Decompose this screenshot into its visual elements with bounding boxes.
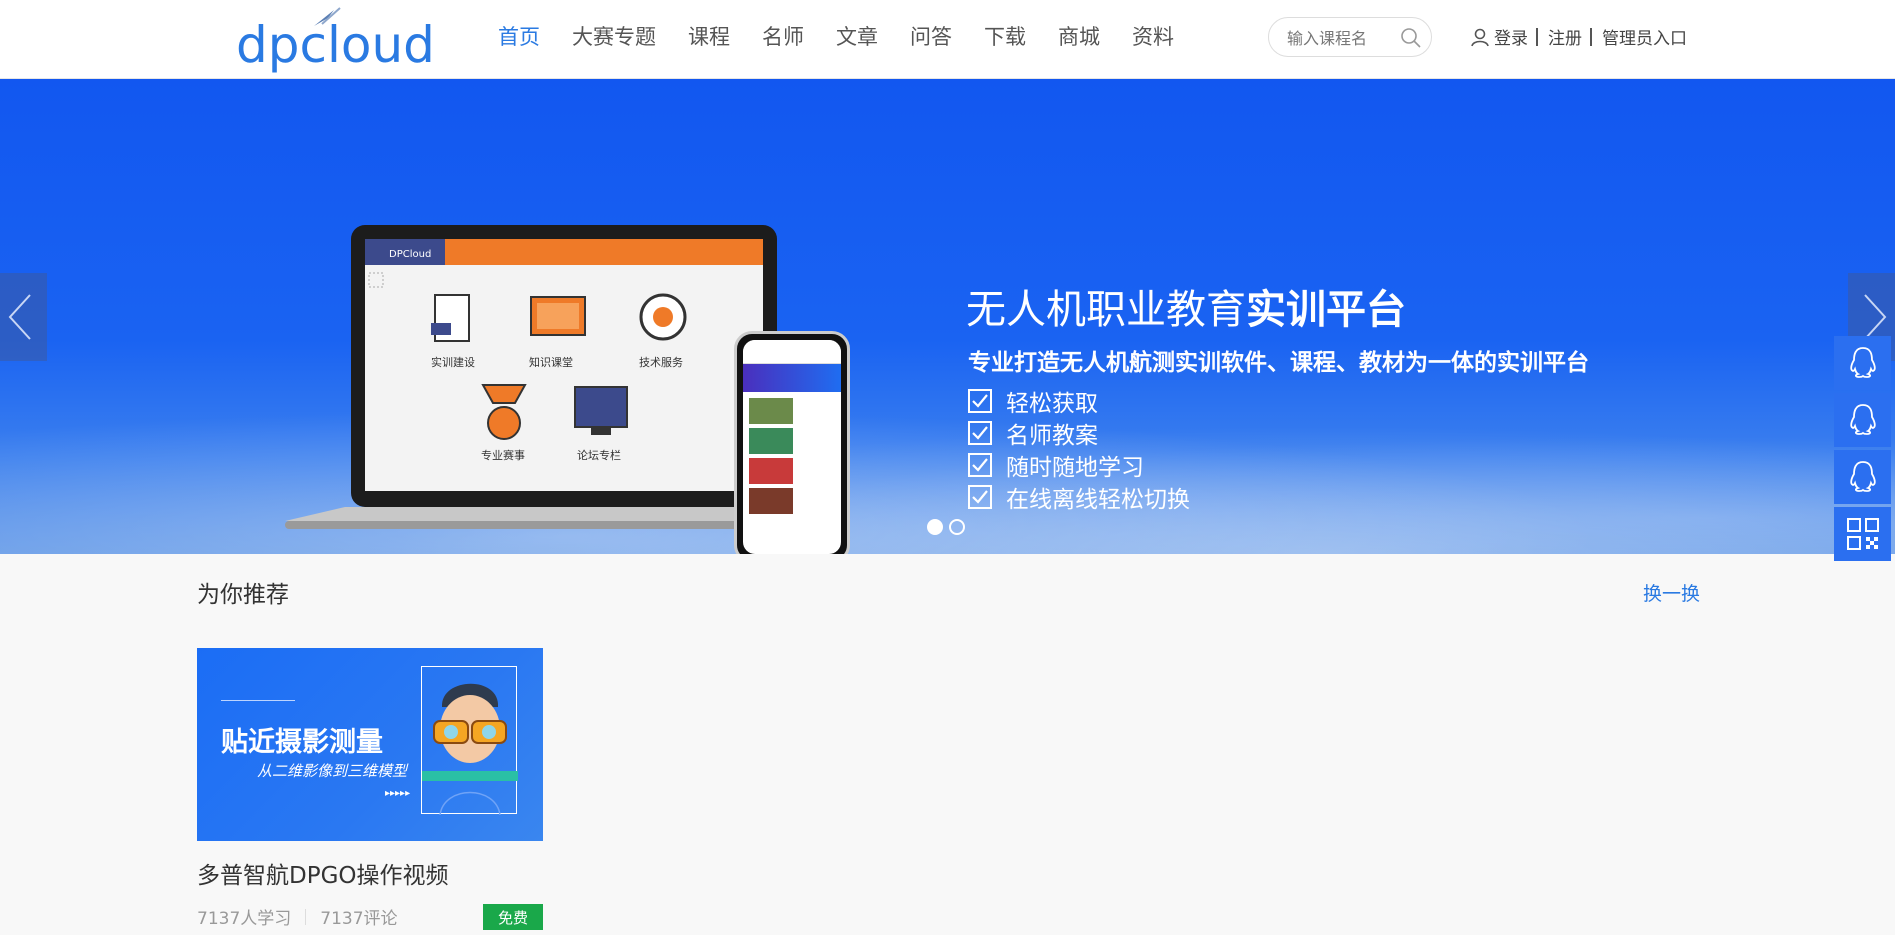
site-header: dpcloud 首页 大赛专题 课程 名师 文章 问答 下载 商城 资料 登录 …	[0, 0, 1895, 79]
headline-normal: 无人机职业教育	[966, 287, 1246, 333]
nav-download[interactable]: 下载	[968, 21, 1042, 51]
nav-materials[interactable]: 资料	[1116, 21, 1190, 51]
checkbox-checked-icon	[968, 389, 992, 413]
thumb-subtitle: 从二维影像到三维模型	[257, 762, 408, 780]
feature-item: 轻松获取	[968, 385, 1190, 417]
headline-bold: 实训平台	[1246, 287, 1406, 333]
main-nav: 首页 大赛专题 课程 名师 文章 问答 下载 商城 资料	[482, 0, 1190, 72]
course-search	[1268, 17, 1432, 57]
chevron-left-icon	[8, 294, 31, 340]
comment-count: 7137评论	[320, 909, 398, 929]
course-meta: 7137人学习 7137评论	[197, 904, 398, 929]
qq-contact-button-1[interactable]	[1834, 336, 1891, 390]
feature-list: 轻松获取 名师教案 随时随地学习 在线离线轻松切换	[968, 385, 1190, 513]
auth-links: 登录 注册 管理员入口	[1470, 24, 1687, 49]
nav-home[interactable]: 首页	[482, 21, 556, 51]
refresh-link[interactable]: 换一换	[1643, 579, 1700, 606]
qr-code-icon	[1846, 518, 1879, 550]
checkbox-checked-icon	[968, 453, 992, 477]
qq-icon	[1849, 461, 1876, 492]
carousel-dot-1[interactable]	[927, 519, 943, 535]
logo-graphic: dpcloud	[236, 7, 435, 74]
checkbox-checked-icon	[968, 485, 992, 509]
banner-prev-button[interactable]	[0, 273, 47, 361]
feature-label: 轻松获取	[1006, 391, 1098, 417]
qq-icon	[1849, 404, 1876, 435]
nav-competition[interactable]: 大赛专题	[556, 21, 672, 51]
feature-label: 随时随地学习	[1006, 455, 1144, 481]
tile-label: 论坛专栏	[577, 448, 621, 462]
section-title: 为你推荐	[197, 582, 289, 608]
search-input[interactable]	[1287, 27, 1397, 49]
tile-label: 技术服务	[639, 356, 683, 369]
learner-count: 7137人学习	[197, 909, 292, 929]
tile-label: 知识课堂	[529, 355, 573, 369]
login-link[interactable]: 登录	[1494, 24, 1528, 49]
divider	[1536, 27, 1538, 46]
free-badge: 免费	[483, 904, 543, 930]
tile-label: 专业赛事	[481, 448, 525, 462]
search-icon[interactable]	[1399, 26, 1423, 50]
phone-screen	[743, 340, 841, 554]
app-brand: DPCloud	[389, 249, 431, 260]
qq-icon	[1849, 347, 1876, 378]
thumb-title: 贴近摄影测量	[221, 727, 383, 758]
qq-contact-button-3[interactable]	[1834, 450, 1891, 504]
course-title[interactable]: 多普智航DPGO操作视频	[197, 856, 449, 890]
feature-label: 在线离线轻松切换	[1006, 487, 1190, 513]
feature-item: 在线离线轻松切换	[968, 481, 1190, 513]
nav-qa[interactable]: 问答	[894, 21, 968, 51]
hero-banner[interactable]: DPCloud 实训建设 知识课堂 技术服务 专业赛事 论坛专栏 无人机职业教育…	[0, 79, 1895, 554]
divider	[1590, 27, 1592, 46]
nav-courses[interactable]: 课程	[672, 21, 746, 51]
divider	[305, 908, 307, 925]
banner-headline: 无人机职业教育实训平台	[966, 277, 1406, 335]
user-icon	[1471, 28, 1489, 46]
qr-code-button[interactable]	[1834, 507, 1891, 561]
carousel-dots	[927, 519, 971, 535]
course-thumbnail[interactable]: 贴近摄影测量 从二维影像到三维模型 ▸▸▸▸▸	[197, 648, 543, 841]
phone-illustration	[734, 331, 850, 554]
feature-item: 随时随地学习	[968, 449, 1190, 481]
side-float-bar	[1834, 336, 1891, 564]
nav-store[interactable]: 商城	[1042, 21, 1116, 51]
dpcloud-logo[interactable]: dpcloud	[236, 4, 435, 74]
admin-link[interactable]: 管理员入口	[1602, 24, 1687, 49]
nav-teachers[interactable]: 名师	[746, 21, 820, 51]
register-link[interactable]: 注册	[1548, 24, 1582, 49]
banner-subline: 专业打造无人机航测实训软件、课程、教材为一体的实训平台	[968, 350, 1589, 376]
decor-line	[221, 700, 295, 701]
feature-item: 名师教案	[968, 417, 1190, 449]
nav-articles[interactable]: 文章	[820, 21, 894, 51]
feature-label: 名师教案	[1006, 423, 1098, 449]
avatar-frame	[421, 666, 518, 816]
character-illustration	[422, 683, 518, 816]
checkbox-checked-icon	[968, 421, 992, 445]
thumb-arrows: ▸▸▸▸▸	[385, 788, 411, 799]
carousel-dot-2[interactable]	[949, 519, 965, 535]
svg-text:dpcloud: dpcloud	[236, 16, 432, 74]
tile-label: 实训建设	[431, 355, 475, 369]
course-card[interactable]: 贴近摄影测量 从二维影像到三维模型 ▸▸▸▸▸ 多普智航DPGO操作视频 713…	[197, 648, 543, 935]
qq-contact-button-2[interactable]	[1834, 393, 1891, 447]
